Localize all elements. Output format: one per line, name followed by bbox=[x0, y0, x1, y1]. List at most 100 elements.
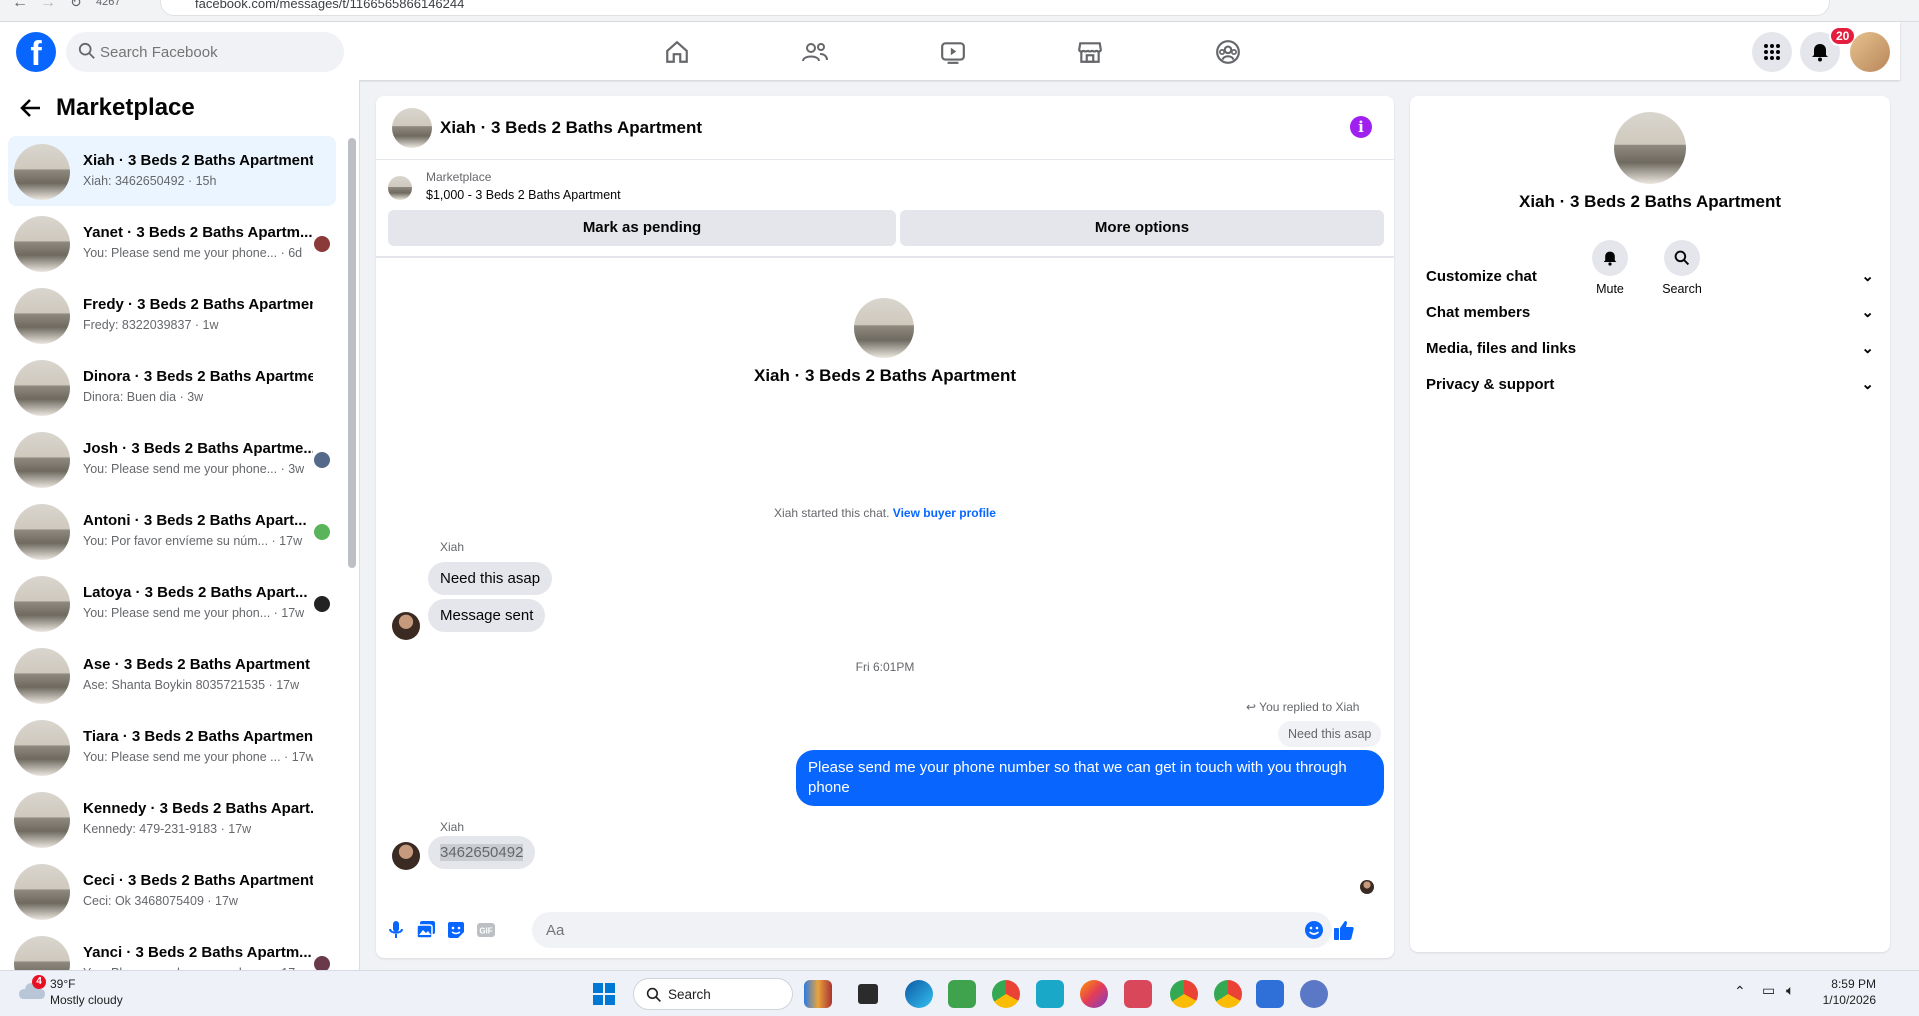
chevron-down-icon: ⌄ bbox=[1861, 268, 1874, 285]
chat-intro-name: Xiah · 3 Beds 2 Baths Apartment bbox=[754, 366, 1016, 385]
back-icon[interactable]: ← bbox=[12, 0, 28, 12]
chat-title[interactable]: Xiah · 3 Beds 2 Baths Apartment bbox=[440, 118, 702, 138]
conversation-title: Josh · 3 Beds 2 Baths Apartme... bbox=[83, 440, 313, 457]
chat-avatar[interactable] bbox=[392, 108, 432, 148]
quoted-message[interactable]: Need this asap bbox=[1278, 721, 1382, 747]
account-avatar[interactable] bbox=[1850, 32, 1890, 72]
reload-icon[interactable]: ↻ bbox=[70, 0, 82, 11]
sticker-button[interactable] bbox=[444, 918, 468, 942]
home-icon bbox=[666, 40, 688, 63]
conversation-avatar bbox=[14, 144, 70, 200]
forward-icon[interactable]: → bbox=[40, 0, 56, 12]
clock-date[interactable]: 1/10/2026 bbox=[1810, 993, 1876, 1007]
more-options-button[interactable]: More options bbox=[900, 210, 1384, 246]
conversation-item[interactable]: Tiara · 3 Beds 2 Baths Apartment You: Ple… bbox=[8, 712, 336, 782]
read-receipt-avatar bbox=[314, 596, 330, 612]
volume-icon[interactable]: 🔈︎ bbox=[1786, 982, 1794, 999]
nav-home[interactable] bbox=[622, 34, 732, 70]
search-input[interactable] bbox=[100, 32, 330, 72]
sender-avatar[interactable] bbox=[392, 842, 420, 870]
terminal-app-icon[interactable] bbox=[858, 984, 878, 1004]
chrome-app-icon[interactable] bbox=[992, 980, 1020, 1008]
clock-time[interactable]: 8:59 PM bbox=[1820, 977, 1876, 991]
conversation-title: Latoya · 3 Beds 2 Baths Apart... bbox=[83, 584, 308, 601]
conversation-avatar bbox=[14, 576, 70, 632]
conversation-item[interactable]: Kennedy · 3 Beds 2 Baths Apart... Kennedy… bbox=[8, 784, 336, 854]
sender-avatar[interactable] bbox=[392, 612, 420, 640]
snipping-tool-icon[interactable] bbox=[1124, 980, 1152, 1008]
conversation-item[interactable]: Ase · 3 Beds 2 Baths Apartment Ase: Shant… bbox=[8, 640, 336, 710]
search-icon bbox=[646, 987, 661, 1002]
conversation-title: Dinora · 3 Beds 2 Baths Apartme... bbox=[83, 368, 313, 385]
voice-clip-button[interactable] bbox=[384, 918, 408, 942]
conversation-item[interactable]: Ceci · 3 Beds 2 Baths Apartment Ceci: Ok … bbox=[8, 856, 336, 926]
facebook-logo[interactable]: f bbox=[16, 32, 56, 72]
info-icon[interactable]: i bbox=[1350, 116, 1372, 138]
message-input[interactable] bbox=[532, 912, 1332, 948]
mark-pending-button[interactable]: Mark as pending bbox=[388, 210, 896, 246]
conversation-item[interactable]: Josh · 3 Beds 2 Baths Apartme... You: Ple… bbox=[8, 424, 336, 494]
conversation-avatar bbox=[14, 432, 70, 488]
windows-start-icon[interactable] bbox=[592, 982, 616, 1006]
phone-link-icon[interactable] bbox=[1300, 980, 1328, 1008]
nav-video[interactable] bbox=[898, 34, 1008, 70]
listing-bar[interactable]: Marketplace $1,000 - 3 Beds 2 Baths Apar… bbox=[388, 168, 1378, 204]
chat-intro-avatar bbox=[854, 298, 914, 358]
listing-price: $1,000 - 3 Beds 2 Baths Apartment bbox=[426, 188, 621, 202]
search-box[interactable] bbox=[66, 32, 344, 72]
conversation-item[interactable]: Xiah · 3 Beds 2 Baths Apartment Xiah: 346… bbox=[8, 136, 336, 206]
like-button[interactable] bbox=[1332, 918, 1356, 942]
conversation-title: Ceci · 3 Beds 2 Baths Apartment bbox=[83, 872, 313, 889]
reply-indicator: ↩ You replied to Xiah bbox=[1246, 700, 1359, 714]
weather-condition[interactable]: Mostly cloudy bbox=[50, 993, 123, 1007]
photo-icon bbox=[416, 921, 435, 939]
listing-thumbnail bbox=[388, 176, 412, 200]
sidebar-scrollbar[interactable] bbox=[348, 138, 356, 568]
conversation-title: Kennedy · 3 Beds 2 Baths Apart... bbox=[83, 800, 313, 817]
privacy-support-row[interactable]: Privacy & support ⌄ bbox=[1426, 364, 1874, 404]
nav-marketplace[interactable] bbox=[1035, 34, 1145, 70]
nav-friends[interactable] bbox=[760, 34, 870, 70]
conversation-item[interactable]: Latoya · 3 Beds 2 Baths Apart... You: Ple… bbox=[8, 568, 336, 638]
conversation-avatar bbox=[14, 720, 70, 776]
conversation-item[interactable]: Dinora · 3 Beds 2 Baths Apartme... Dinora… bbox=[8, 352, 336, 422]
gif-button[interactable]: GIF bbox=[474, 918, 498, 942]
shield-app-icon[interactable] bbox=[1256, 980, 1284, 1008]
edge-app-icon[interactable] bbox=[905, 980, 933, 1008]
attach-photo-button[interactable] bbox=[414, 918, 438, 942]
conversation-preview: Dinora: Buen dia · 3w bbox=[83, 390, 204, 404]
message-bubble[interactable]: Message sent bbox=[428, 599, 546, 632]
divider bbox=[376, 256, 1394, 258]
conversation-item[interactable]: Antoni · 3 Beds 2 Baths Apart... You: Por… bbox=[8, 496, 336, 566]
widgets-app-icon[interactable] bbox=[804, 980, 832, 1008]
video-icon bbox=[941, 42, 965, 64]
emoji-button[interactable] bbox=[1302, 918, 1326, 942]
conversation-avatar bbox=[14, 288, 70, 344]
message-bubble[interactable]: 3462650492 bbox=[428, 836, 536, 869]
conversation-item[interactable]: Yanet · 3 Beds 2 Baths Apartm... You: Ple… bbox=[8, 208, 336, 278]
back-arrow-icon[interactable] bbox=[20, 98, 42, 118]
chevron-up-icon[interactable]: ⌃ bbox=[1734, 983, 1746, 1000]
nav-groups[interactable] bbox=[1173, 34, 1283, 70]
conversation-avatar bbox=[14, 216, 70, 272]
network-icon[interactable]: ▭ bbox=[1762, 982, 1775, 999]
message-bubble[interactable]: Need this asap bbox=[428, 562, 553, 595]
chrome-profile-icon[interactable] bbox=[1170, 980, 1198, 1008]
friends-icon bbox=[802, 43, 828, 62]
customize-chat-row[interactable]: Customize chat ⌄ bbox=[1426, 256, 1874, 296]
app-s-icon[interactable] bbox=[1036, 980, 1064, 1008]
weather-temperature[interactable]: 39°F bbox=[50, 977, 75, 991]
conversation-avatar bbox=[14, 504, 70, 560]
media-files-links-row[interactable]: Media, files and links ⌄ bbox=[1426, 328, 1874, 368]
top-navbar: f 20 bbox=[0, 22, 1900, 80]
conversation-item[interactable]: Fredy · 3 Beds 2 Baths Apartment Fredy: 8… bbox=[8, 280, 336, 350]
firefox-app-icon[interactable] bbox=[1080, 980, 1108, 1008]
spreadsheet-app-icon[interactable] bbox=[948, 980, 976, 1008]
view-buyer-profile-link[interactable]: View buyer profile bbox=[893, 506, 996, 520]
chrome-profile-2-icon[interactable] bbox=[1214, 980, 1242, 1008]
chat-members-row[interactable]: Chat members ⌄ bbox=[1426, 292, 1874, 332]
taskbar-search[interactable]: Search bbox=[633, 978, 793, 1010]
sticker-icon bbox=[448, 922, 464, 938]
outgoing-message-bubble[interactable]: Please send me your phone number so that… bbox=[796, 750, 1384, 806]
menu-button[interactable] bbox=[1752, 32, 1792, 72]
